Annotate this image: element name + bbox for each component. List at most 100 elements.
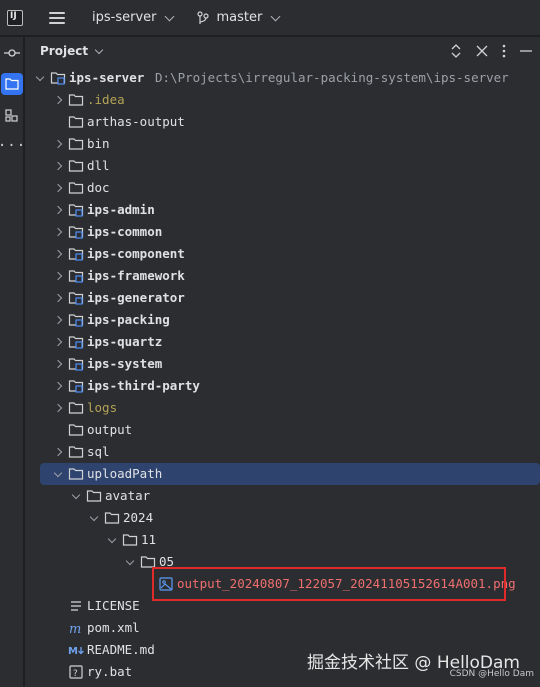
module-folder-icon bbox=[68, 334, 84, 350]
tree-row[interactable]: sql bbox=[25, 441, 540, 463]
chevron-right-icon[interactable] bbox=[52, 314, 64, 326]
tool-window-strip: ··· bbox=[0, 37, 25, 687]
svg-text:?: ? bbox=[73, 669, 78, 679]
chevron-down-icon[interactable] bbox=[34, 72, 46, 84]
tree-item-label: ips-component bbox=[87, 246, 185, 261]
excluded-folder-icon bbox=[68, 92, 84, 108]
markdown-file-icon: M bbox=[68, 642, 84, 658]
folder-icon bbox=[68, 136, 84, 152]
folder-icon bbox=[68, 158, 84, 174]
chevron-right-icon[interactable] bbox=[52, 336, 64, 348]
module-folder-icon bbox=[68, 224, 84, 240]
tree-row[interactable]: ips-framework bbox=[25, 265, 540, 287]
git-branch-icon bbox=[197, 10, 210, 24]
chevron-down-icon bbox=[165, 11, 175, 21]
tree-row[interactable]: bin bbox=[25, 133, 540, 155]
panel-title[interactable]: Project bbox=[40, 44, 88, 58]
chevron-right-icon[interactable] bbox=[52, 402, 64, 414]
tree-row[interactable]: ips-admin bbox=[25, 199, 540, 221]
tree-item-label: LICENSE bbox=[87, 598, 140, 613]
chevron-down-icon[interactable] bbox=[94, 45, 104, 54]
tree-item-label: avatar bbox=[105, 488, 151, 503]
chevron-right-icon[interactable] bbox=[52, 380, 64, 392]
tree-item-label: ips-system bbox=[87, 356, 163, 371]
chevron-down-icon[interactable] bbox=[124, 556, 136, 568]
folder-icon bbox=[68, 444, 84, 460]
main-menu-icon[interactable] bbox=[49, 11, 65, 24]
tree-item-label: dll bbox=[87, 158, 110, 173]
tree-item-label: ips-quartz bbox=[87, 334, 163, 349]
tree-row[interactable]: ips-server D:\Projects\irregular-packing-… bbox=[25, 67, 540, 89]
license-file-icon bbox=[68, 598, 84, 614]
tree-row[interactable]: .idea bbox=[25, 89, 540, 111]
options-menu-icon[interactable] bbox=[502, 44, 506, 58]
excluded-folder-icon bbox=[68, 400, 84, 416]
branch-switcher[interactable]: master bbox=[197, 10, 281, 25]
tree-item-label: arthas-output bbox=[87, 114, 185, 129]
minimize-icon[interactable] bbox=[520, 50, 532, 52]
chevron-right-icon[interactable] bbox=[52, 204, 64, 216]
chevron-right-icon[interactable] bbox=[52, 94, 64, 106]
tree-row[interactable]: doc bbox=[25, 177, 540, 199]
chevron-down-icon[interactable] bbox=[88, 512, 100, 524]
tree-item-label: ips-framework bbox=[87, 268, 185, 283]
module-folder-icon bbox=[68, 268, 84, 284]
chevron-right-icon[interactable] bbox=[52, 226, 64, 238]
annotation-highlight bbox=[152, 567, 506, 601]
chevron-right-icon[interactable] bbox=[52, 138, 64, 150]
tree-row[interactable]: ips-generator bbox=[25, 287, 540, 309]
tree-row[interactable]: uploadPath bbox=[40, 463, 540, 485]
module-folder-icon bbox=[68, 246, 84, 262]
tree-item-label: ips-server bbox=[69, 70, 145, 85]
svg-text:M: M bbox=[68, 646, 78, 657]
credit: CSDN @Hello Dam bbox=[449, 669, 534, 679]
tree-item-label: sql bbox=[87, 444, 110, 459]
commit-icon[interactable] bbox=[1, 42, 23, 64]
chevron-right-icon[interactable] bbox=[52, 160, 64, 172]
chevron-right-icon[interactable] bbox=[52, 270, 64, 282]
tree-item-label: ry.bat bbox=[87, 664, 133, 679]
tree-item-label: 11 bbox=[141, 532, 157, 547]
project-folder-icon[interactable] bbox=[1, 73, 23, 95]
project-switcher[interactable]: ips-server bbox=[92, 10, 175, 25]
module-folder-icon bbox=[50, 70, 66, 86]
tree-item-label: doc bbox=[87, 180, 110, 195]
tree-row[interactable]: ips-common bbox=[25, 221, 540, 243]
maven-file-icon: m bbox=[68, 620, 84, 637]
panel-header: Project bbox=[25, 37, 540, 65]
tree-row[interactable]: 11 bbox=[25, 529, 540, 551]
module-folder-icon bbox=[68, 378, 84, 394]
tree-row[interactable]: 2024 bbox=[25, 507, 540, 529]
module-folder-icon bbox=[68, 356, 84, 372]
chevron-right-icon[interactable] bbox=[52, 248, 64, 260]
tree-row[interactable]: dll bbox=[25, 155, 540, 177]
tree-row[interactable]: ips-component bbox=[25, 243, 540, 265]
chevron-right-icon[interactable] bbox=[52, 358, 64, 370]
expand-collapse-icon[interactable] bbox=[450, 44, 462, 58]
chevron-right-icon[interactable] bbox=[52, 446, 64, 458]
tree-row[interactable]: avatar bbox=[25, 485, 540, 507]
chevron-down-icon[interactable] bbox=[70, 490, 82, 502]
chevron-down-icon[interactable] bbox=[52, 468, 64, 480]
tree-row[interactable]: output bbox=[25, 419, 540, 441]
folder-icon bbox=[86, 488, 102, 504]
structure-icon[interactable] bbox=[1, 105, 23, 127]
chevron-right-icon[interactable] bbox=[52, 292, 64, 304]
tree-item-label: pom.xml bbox=[87, 620, 140, 635]
chevron-down-icon[interactable] bbox=[106, 534, 118, 546]
folder-icon bbox=[68, 466, 84, 482]
tree-row[interactable]: ips-quartz bbox=[25, 331, 540, 353]
intellij-logo[interactable]: IJ bbox=[7, 9, 23, 26]
module-folder-icon bbox=[68, 202, 84, 218]
tree-row[interactable]: logs bbox=[25, 397, 540, 419]
tree-row[interactable]: ips-third-party bbox=[25, 375, 540, 397]
chevron-right-icon[interactable] bbox=[52, 182, 64, 194]
tree-item-label: ips-common bbox=[87, 224, 163, 239]
tree-row[interactable]: ips-system bbox=[25, 353, 540, 375]
close-icon[interactable] bbox=[476, 45, 488, 57]
tree-item-label: ips-third-party bbox=[87, 378, 200, 393]
tree-row[interactable]: arthas-output bbox=[25, 111, 540, 133]
more-tools-icon[interactable]: ··· bbox=[0, 135, 25, 157]
tree-row[interactable]: m pom.xml bbox=[25, 617, 540, 639]
tree-row[interactable]: ips-packing bbox=[25, 309, 540, 331]
